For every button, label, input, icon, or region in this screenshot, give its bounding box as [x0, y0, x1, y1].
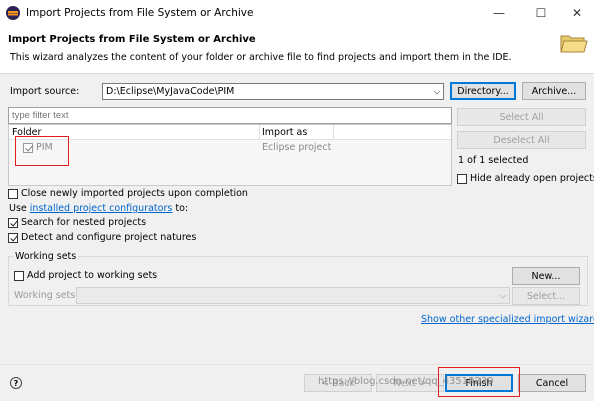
working-sets-group-label: Working sets: [13, 251, 79, 262]
minimize-button[interactable]: —: [484, 0, 514, 26]
window-title: Import Projects from File System or Arch…: [26, 7, 254, 19]
chevron-down-icon: [433, 87, 441, 95]
configurators-line: Use installed project configurators to:: [9, 203, 188, 214]
show-wizards-link[interactable]: Show other specialized import wizards: [421, 314, 594, 325]
import-source-value: D:\Eclipse\MyJavaCode\PIM: [106, 86, 235, 97]
eclipse-icon: [6, 6, 20, 20]
import-source-combo[interactable]: D:\Eclipse\MyJavaCode\PIM: [102, 83, 444, 100]
archive-button[interactable]: Archive...: [522, 82, 586, 100]
add-working-sets-checkbox[interactable]: [14, 271, 24, 281]
table-header: Folder Import as: [9, 125, 451, 140]
selected-count: 1 of 1 selected: [458, 155, 529, 166]
add-working-sets-label: Add project to working sets: [27, 270, 158, 281]
wizard-description: This wizard analyzes the content of your…: [10, 52, 512, 63]
help-icon[interactable]: ?: [10, 377, 22, 389]
red-highlight-box: [15, 136, 69, 166]
table-row[interactable]: PIM Eclipse project: [9, 141, 451, 155]
row-import-as: Eclipse project: [262, 142, 332, 153]
search-nested-checkbox[interactable]: [8, 218, 18, 228]
select-all-button[interactable]: Select All: [457, 108, 586, 126]
hide-open-checkbox[interactable]: [457, 174, 467, 184]
new-working-set-button[interactable]: New...: [512, 267, 580, 285]
column-import-as[interactable]: Import as: [262, 127, 307, 138]
use-suffix: to:: [172, 203, 189, 214]
title-bar: Import Projects from File System or Arch…: [0, 0, 594, 26]
close-projects-label: Close newly imported projects upon compl…: [21, 188, 248, 199]
watermark: https://blog.csdn.net/qq_43519239: [318, 376, 494, 387]
maximize-button[interactable]: ☐: [526, 0, 556, 26]
filter-input[interactable]: [8, 107, 452, 124]
close-projects-checkbox[interactable]: [8, 189, 18, 199]
wizard-header: Import Projects from File System or Arch…: [0, 26, 594, 74]
import-source-label: Import source:: [10, 86, 80, 97]
hide-open-label: Hide already open projects: [470, 173, 594, 184]
open-folder-icon: [560, 35, 588, 53]
cancel-button[interactable]: Cancel: [518, 374, 586, 392]
close-button[interactable]: ✕: [562, 0, 592, 26]
configurators-link[interactable]: installed project configurators: [30, 203, 173, 214]
column-separator: [259, 125, 260, 140]
working-sets-label: Working sets:: [14, 290, 79, 301]
detect-natures-label: Detect and configure project natures: [21, 232, 197, 243]
search-nested-label: Search for nested projects: [21, 217, 147, 228]
footer-separator: [0, 364, 594, 365]
detect-natures-checkbox[interactable]: [8, 233, 18, 243]
working-sets-combo[interactable]: [76, 287, 510, 304]
deselect-all-button[interactable]: Deselect All: [457, 131, 586, 149]
directory-button[interactable]: Directory...: [450, 82, 516, 100]
use-prefix: Use: [9, 203, 30, 214]
column-separator: [333, 125, 334, 140]
projects-table: Folder Import as PIM Eclipse project: [8, 124, 452, 186]
select-working-sets-button[interactable]: Select...: [512, 287, 580, 305]
wizard-title: Import Projects from File System or Arch…: [8, 34, 256, 45]
chevron-down-icon: [499, 291, 507, 299]
